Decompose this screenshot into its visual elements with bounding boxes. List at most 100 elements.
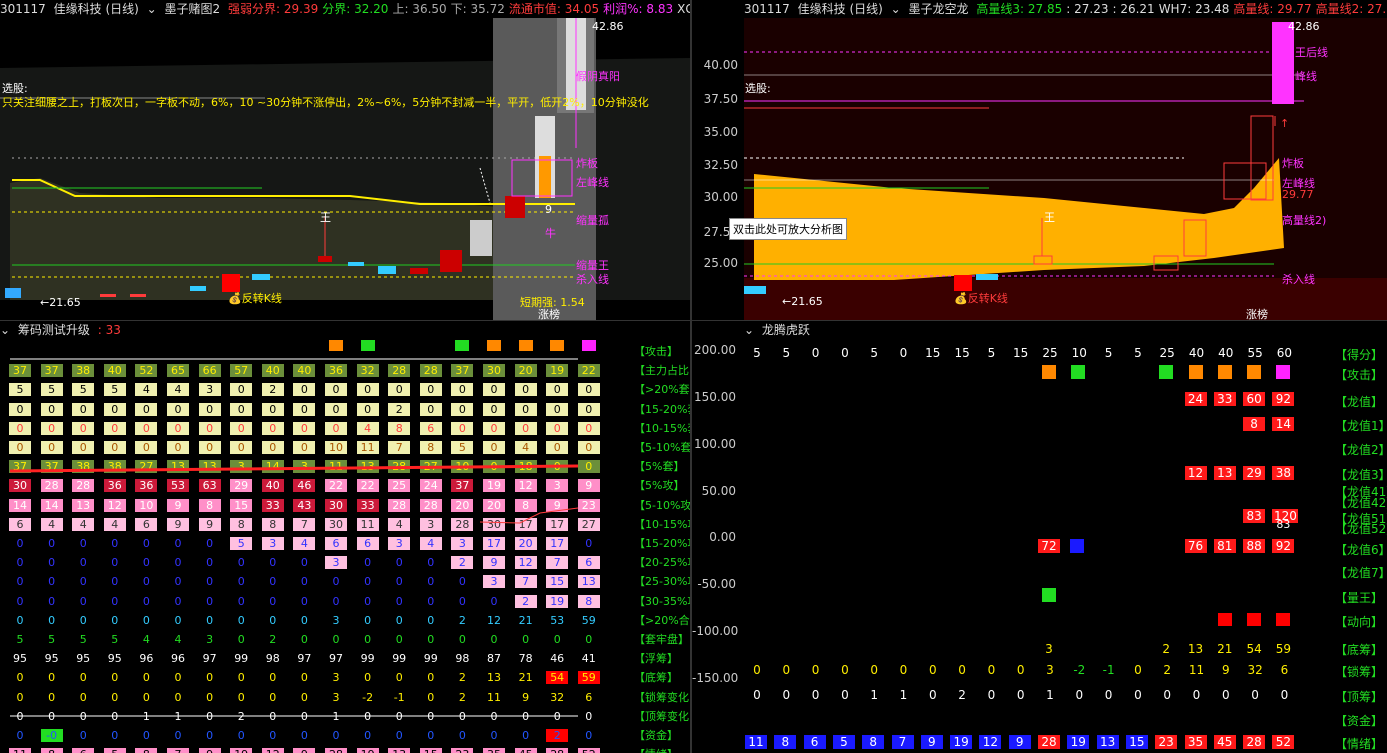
axis-tick: 200.00 <box>694 343 736 357</box>
stats-line: 高量线3: 27.85: 27.23: 26.21 WH7: 23.48 高量线: … <box>976 2 1387 16</box>
value-cell: 33 <box>1213 392 1236 406</box>
qingxu-cell: 45 <box>1213 735 1236 749</box>
attack-marker <box>1071 365 1086 379</box>
dingchou-cell: 1 <box>870 688 878 702</box>
dingchou-cell: 0 <box>928 688 937 702</box>
qingxu-cell: 28 <box>1243 735 1266 749</box>
dingchou-cell: 2 <box>958 688 966 702</box>
value-cell: 2 <box>1162 642 1170 656</box>
dingchou-cell: 0 <box>782 688 791 702</box>
qingxu-cell: 12 <box>979 735 1002 749</box>
value-cell <box>1070 539 1085 553</box>
dingchou-cell: 0 <box>1016 688 1025 702</box>
chevron-down-icon[interactable]: ⌄ <box>147 2 157 16</box>
dingchou-cell: 0 <box>1163 688 1171 702</box>
dingchou-cell: 0 <box>811 688 820 702</box>
score-cell: 55 <box>1247 346 1263 360</box>
score-cell: 60 <box>1276 346 1293 360</box>
suochou-cell: 0 <box>1134 663 1142 677</box>
score-cell: 40 <box>1218 346 1234 360</box>
attack-marker <box>1276 365 1291 379</box>
row-label: 【龙值】 <box>1335 395 1384 409</box>
chip-overlay <box>9 358 579 717</box>
suochou-cell: 11 <box>1188 663 1205 677</box>
dingchou-cell: 0 <box>1251 688 1259 702</box>
score-cell: 10 <box>1071 346 1087 360</box>
axis-tick: -100.00 <box>692 624 739 638</box>
fanzhuan-label: 💰反转K线 <box>228 292 282 305</box>
value-cell: 13 <box>1213 466 1236 480</box>
stat-item: 上: 36.50 <box>392 2 447 16</box>
qingxu-cell: 52 <box>1272 735 1295 749</box>
dongxiang-marker <box>1217 613 1232 626</box>
longteng-title: ⌄ 龙腾虎跃 <box>744 323 810 337</box>
stat-item: 利润%: 8.83 <box>603 2 674 16</box>
attack-marker <box>1159 365 1174 379</box>
axis-tick: 150.00 <box>694 390 736 404</box>
attack-marker <box>1042 365 1056 379</box>
dingchou-cell: 0 <box>987 688 996 702</box>
suochou-cell: -2 <box>1073 663 1086 677</box>
axis-tick: 37.50 <box>703 92 738 106</box>
stat-item: : 26.21 <box>1112 2 1155 16</box>
chevron-down-icon[interactable]: ⌄ <box>744 323 754 337</box>
axis-tick: 35.00 <box>703 125 738 139</box>
suochou-cell: 0 <box>958 663 966 677</box>
qingxu-cell: 19 <box>950 735 973 749</box>
qingxu-cell: 8 <box>774 735 797 749</box>
score-cell: 25 <box>1042 346 1058 360</box>
axis-tick: 32.50 <box>703 158 738 172</box>
suochou-cell: 0 <box>987 663 996 677</box>
dingchou-cell: 1 <box>899 688 908 702</box>
value-cell: 29 <box>1243 466 1266 480</box>
score-cell: 25 <box>1159 346 1175 360</box>
row-label: 【龙值42】 <box>1335 496 1387 510</box>
stat-item: 强弱分界: 29.39 <box>228 2 319 16</box>
stat-item: 高量线3: 27.85 <box>976 2 1063 16</box>
suochou-cell: 9 <box>1221 663 1230 677</box>
qingxu-cell: 35 <box>1184 735 1207 749</box>
dingchou-cell: 1 <box>1046 688 1054 702</box>
value-cell: 38 <box>1272 466 1295 480</box>
row-label: 【龙值52】 <box>1335 522 1387 536</box>
score-cell: 15 <box>1013 346 1029 360</box>
suochou-cell: 0 <box>899 663 908 677</box>
value-cell: 21 <box>1217 642 1233 656</box>
dongxiang-marker <box>1276 613 1291 626</box>
dingchou-cell: 0 <box>1075 688 1084 702</box>
axis-tick: 0.00 <box>709 530 736 544</box>
stat-item: 流通市值: 34.05 <box>508 2 600 16</box>
value-cell: 83 <box>1276 518 1291 531</box>
value-cell: 88 <box>1243 539 1266 553</box>
stat-item: WH7: 23.48 <box>1158 2 1230 16</box>
suochou-cell: -1 <box>1102 663 1115 677</box>
chart-pane-left[interactable]: 301117 佳缘科技 (日线) ⌄ 墨子赌图2 强弱分界: 29.39 分界: … <box>0 0 690 320</box>
value-cell: 3 <box>1045 642 1053 656</box>
qingxu-cell: 7 <box>891 735 914 749</box>
qingxu-cell: 19 <box>1067 735 1090 749</box>
value-cell: 83 <box>1243 509 1266 523</box>
stat-item: 高量线: 29.77 <box>1233 2 1312 16</box>
chart-pane-right[interactable]: 301117 佳缘科技 (日线) ⌄ 墨子龙空龙 高量线3: 27.85: 27… <box>692 0 1387 320</box>
qingxu-cell: 28 <box>1038 735 1060 749</box>
row-label: 【龙值2】 <box>1335 443 1387 457</box>
score-cell: 5 <box>870 346 878 360</box>
stat-item: XG9: 0.0 <box>677 2 690 16</box>
chip-panel[interactable]: ⌄ 筹码测试升级 : 33 37 37 38 40 52 65 66 57 40 40 36 32 28… <box>0 321 690 753</box>
row-label: 【龙值7】 <box>1335 566 1387 580</box>
attack-marker <box>1188 365 1203 379</box>
qingxu-cell: 5 <box>832 735 855 749</box>
qingxu-cell: 13 <box>1096 735 1119 749</box>
stats-line: 强弱分界: 29.39 分界: 32.20 上: 36.50 下: 35.72 流通市值… <box>228 2 690 16</box>
longteng-panel[interactable]: ⌄ 龙腾虎跃 200.00 150.00 100.00 50.00 0.00 -50.00… <box>692 321 1387 753</box>
attack-marker <box>1247 365 1262 379</box>
row-label: 【资金】 <box>1335 714 1384 728</box>
chevron-down-icon[interactable]: ⌄ <box>891 2 901 16</box>
suochou-cell: 0 <box>928 663 937 677</box>
row-label: 【情绪】 <box>1335 737 1384 751</box>
suochou-cell: 0 <box>1016 663 1025 677</box>
attack-marker <box>1217 365 1232 379</box>
dingchou-cell: 0 <box>1280 688 1289 702</box>
up-arrow-icon: ↑ <box>1280 117 1290 130</box>
suochou-cell: 6 <box>1280 663 1289 677</box>
